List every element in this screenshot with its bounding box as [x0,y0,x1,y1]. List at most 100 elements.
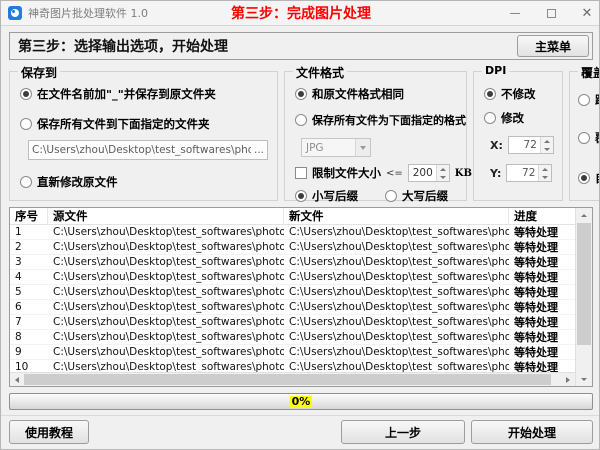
table-row[interactable]: 8C:\Users\zhou\Desktop\test_softwares\ph… [10,330,575,345]
scroll-right-icon[interactable] [561,373,575,387]
file-table: 序号 源文件 新文件 进度 1C:\Users\zhou\Desktop\tes… [9,207,593,387]
dpi-panel: DPI 不修改 修改 X: 72 Y: 72 [473,71,563,201]
radio-uppercase-ext[interactable]: 大写后缀 [385,188,448,204]
cell-src: C:\Users\zhou\Desktop\test_softwares\pho… [48,301,284,313]
limit-operator: <= [386,168,403,179]
cell-dst: C:\Users\zhou\Desktop\test_softwares\pho… [284,361,509,372]
scroll-left-icon[interactable] [10,373,24,387]
cell-status: 等特处理 [509,239,575,255]
save-to-title: 保存到 [18,64,60,81]
limit-unit-label: KB [455,168,472,179]
arrow-up-icon [440,168,446,171]
start-processing-button[interactable]: 开始处理 [471,420,593,444]
maximize-icon [547,9,556,18]
dpi-x-stepper[interactable]: 72 [508,136,554,154]
limit-size-stepper[interactable]: 200 [408,164,450,182]
dpi-y-label: Y: [490,167,501,180]
cell-src: C:\Users\zhou\Desktop\test_softwares\pho… [48,256,284,268]
cell-dst: C:\Users\zhou\Desktop\test_softwares\pho… [284,241,509,253]
destination-path-input[interactable]: C:\Users\zhou\Desktop\test_softwares\pho… [28,140,268,160]
minimize-button[interactable] [509,8,521,20]
vertical-scroll-thumb[interactable] [577,223,591,345]
table-row[interactable]: 2C:\Users\zhou\Desktop\test_softwares\ph… [10,240,575,255]
table-row[interactable]: 9C:\Users\zhou\Desktop\test_softwares\ph… [10,345,575,360]
main-menu-button[interactable]: 主菜单 [517,35,589,57]
horizontal-scrollbar[interactable] [10,372,575,386]
col-header-index[interactable]: 序号 [10,208,48,224]
scroll-up-icon[interactable] [576,208,592,222]
format-select[interactable]: JPG [301,138,371,157]
chevron-down-icon [355,139,370,156]
table-row[interactable]: 1C:\Users\zhou\Desktop\test_softwares\ph… [10,225,575,240]
radio-icon [295,114,307,126]
dpi-x-row: X: 72 [490,136,554,154]
radio-format-specified[interactable]: 保存所有文件为下面指定的格式 [295,112,466,128]
dpi-y-stepper[interactable]: 72 [506,164,552,182]
cell-dst: C:\Users\zhou\Desktop\test_softwares\pho… [284,301,509,313]
app-window: 神奇图片批处理软件 1.0 第三步：完成图片处理 ✕ 第三步：选择输出选项，开始… [0,0,600,450]
radio-overwrite-auto[interactable]: 自 [578,170,600,186]
radio-icon [484,112,496,124]
radio-lowercase-ext[interactable]: 小写后缀 [295,188,358,204]
table-row[interactable]: 5C:\Users\zhou\Desktop\test_softwares\ph… [10,285,575,300]
cell-num: 4 [10,271,48,283]
radio-dpi-keep[interactable]: 不修改 [484,86,536,102]
cell-status: 等特处理 [509,284,575,300]
dpi-y-row: Y: 72 [490,164,552,182]
col-header-source[interactable]: 源文件 [48,208,284,224]
cell-num: 10 [10,361,48,372]
previous-step-button[interactable]: 上一步 [341,420,465,444]
file-format-panel: 文件格式 和原文件格式相同 保存所有文件为下面指定的格式 JPG 限制文件大小 … [284,71,467,201]
radio-modify-original[interactable]: 直新修改原文件 [20,174,118,190]
radio-icon [385,190,397,202]
step-header-title: 第三步：选择输出选项，开始处理 [18,36,228,56]
cell-src: C:\Users\zhou\Desktop\test_softwares\pho… [48,331,284,343]
cell-dst: C:\Users\zhou\Desktop\test_softwares\pho… [284,346,509,358]
table-row[interactable]: 7C:\Users\zhou\Desktop\test_softwares\ph… [10,315,575,330]
cell-num: 9 [10,346,48,358]
cell-src: C:\Users\zhou\Desktop\test_softwares\pho… [48,226,284,238]
cell-src: C:\Users\zhou\Desktop\test_softwares\pho… [48,361,284,372]
titlebar: 神奇图片批处理软件 1.0 第三步：完成图片处理 ✕ [1,1,600,26]
stepper-arrows[interactable] [436,165,449,181]
radio-format-same[interactable]: 和原文件格式相同 [295,86,404,102]
radio-save-prefix[interactable]: 在文件名前加"_"并保存到原文件夹 [20,86,216,102]
cell-num: 1 [10,226,48,238]
dpi-title: DPI [482,64,509,77]
table-row[interactable]: 3C:\Users\zhou\Desktop\test_softwares\ph… [10,255,575,270]
limit-filesize-checkbox[interactable] [295,167,307,179]
overwrite-panel: 覆盖 跳 覆 自 [569,71,600,201]
radio-icon [578,172,590,184]
table-row[interactable]: 6C:\Users\zhou\Desktop\test_softwares\ph… [10,300,575,315]
close-button[interactable]: ✕ [581,8,593,20]
step-header: 第三步：选择输出选项，开始处理 主菜单 [9,32,593,60]
horizontal-scroll-thumb[interactable] [24,374,551,385]
maximize-button[interactable] [545,8,557,20]
cell-src: C:\Users\zhou\Desktop\test_softwares\pho… [48,346,284,358]
radio-icon [20,176,32,188]
arrow-down-icon [440,176,446,179]
table-row[interactable]: 4C:\Users\zhou\Desktop\test_softwares\ph… [10,270,575,285]
stepper-arrows[interactable] [540,137,553,153]
overwrite-title: 覆盖 [578,64,600,81]
cell-num: 6 [10,301,48,313]
cell-dst: C:\Users\zhou\Desktop\test_softwares\pho… [284,226,509,238]
col-header-progress[interactable]: 进度 [509,208,575,224]
radio-overwrite-replace[interactable]: 覆 [578,130,600,146]
file-table-content: 序号 源文件 新文件 进度 1C:\Users\zhou\Desktop\tes… [10,208,575,386]
table-row[interactable]: 10C:\Users\zhou\Desktop\test_softwares\p… [10,360,575,372]
cell-src: C:\Users\zhou\Desktop\test_softwares\pho… [48,271,284,283]
col-header-newfile[interactable]: 新文件 [284,208,509,224]
file-table-header: 序号 源文件 新文件 进度 [10,208,575,225]
scroll-down-icon[interactable] [576,372,592,386]
radio-icon [578,94,590,106]
vertical-scrollbar[interactable] [575,208,592,386]
tutorial-button[interactable]: 使用教程 [9,420,89,444]
radio-save-folder[interactable]: 保存所有文件到下面指定的文件夹 [20,116,210,132]
cell-num: 3 [10,256,48,268]
limit-filesize-row: 限制文件大小 <= 200 KB [295,164,472,182]
stepper-arrows[interactable] [538,165,551,181]
radio-overwrite-skip[interactable]: 跳 [578,92,600,108]
radio-dpi-modify[interactable]: 修改 [484,110,524,126]
cell-src: C:\Users\zhou\Desktop\test_softwares\pho… [48,241,284,253]
